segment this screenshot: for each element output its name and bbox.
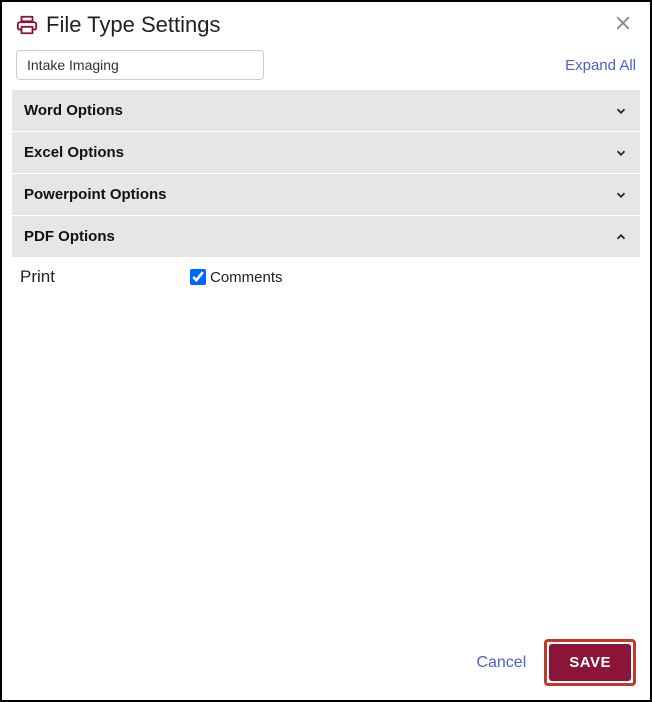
dialog-content: Word Options Excel Options Powerpoint Op… <box>2 90 650 627</box>
expand-all-link[interactable]: Expand All <box>565 57 636 74</box>
comments-checkbox-wrapper[interactable]: Comments <box>190 269 283 286</box>
print-icon <box>16 14 38 36</box>
accordion-header-word[interactable]: Word Options <box>12 90 640 131</box>
dialog-toolbar: Expand All <box>2 42 650 90</box>
close-button[interactable] <box>610 12 636 38</box>
search-input[interactable] <box>16 50 264 80</box>
chevron-up-icon <box>614 230 628 244</box>
dialog-title: File Type Settings <box>46 12 610 38</box>
save-button-highlight: SAVE <box>544 639 636 686</box>
accordion-label: Word Options <box>24 102 123 119</box>
accordion-label: Excel Options <box>24 144 124 161</box>
accordion-label: PDF Options <box>24 228 115 245</box>
dialog-footer: Cancel SAVE <box>2 627 650 700</box>
dialog-header: File Type Settings <box>2 2 650 42</box>
accordion-body-pdf: Print Comments <box>12 257 640 291</box>
pdf-print-label: Print <box>20 267 190 287</box>
accordion-header-pdf[interactable]: PDF Options <box>12 216 640 257</box>
accordion-label: Powerpoint Options <box>24 186 167 203</box>
accordion-item-word: Word Options <box>12 90 640 132</box>
cancel-button[interactable]: Cancel <box>476 654 526 672</box>
file-type-settings-dialog: File Type Settings Expand All Word Optio… <box>0 0 652 702</box>
chevron-down-icon <box>614 188 628 202</box>
save-button[interactable]: SAVE <box>549 644 631 681</box>
accordion: Word Options Excel Options Powerpoint Op… <box>12 90 640 292</box>
comments-checkbox-label: Comments <box>210 269 283 286</box>
chevron-down-icon <box>614 104 628 118</box>
accordion-item-pdf: PDF Options Print Comments <box>12 216 640 292</box>
comments-checkbox[interactable] <box>190 269 206 285</box>
accordion-item-powerpoint: Powerpoint Options <box>12 174 640 216</box>
accordion-item-excel: Excel Options <box>12 132 640 174</box>
accordion-header-powerpoint[interactable]: Powerpoint Options <box>12 174 640 215</box>
accordion-header-excel[interactable]: Excel Options <box>12 132 640 173</box>
chevron-down-icon <box>614 146 628 160</box>
